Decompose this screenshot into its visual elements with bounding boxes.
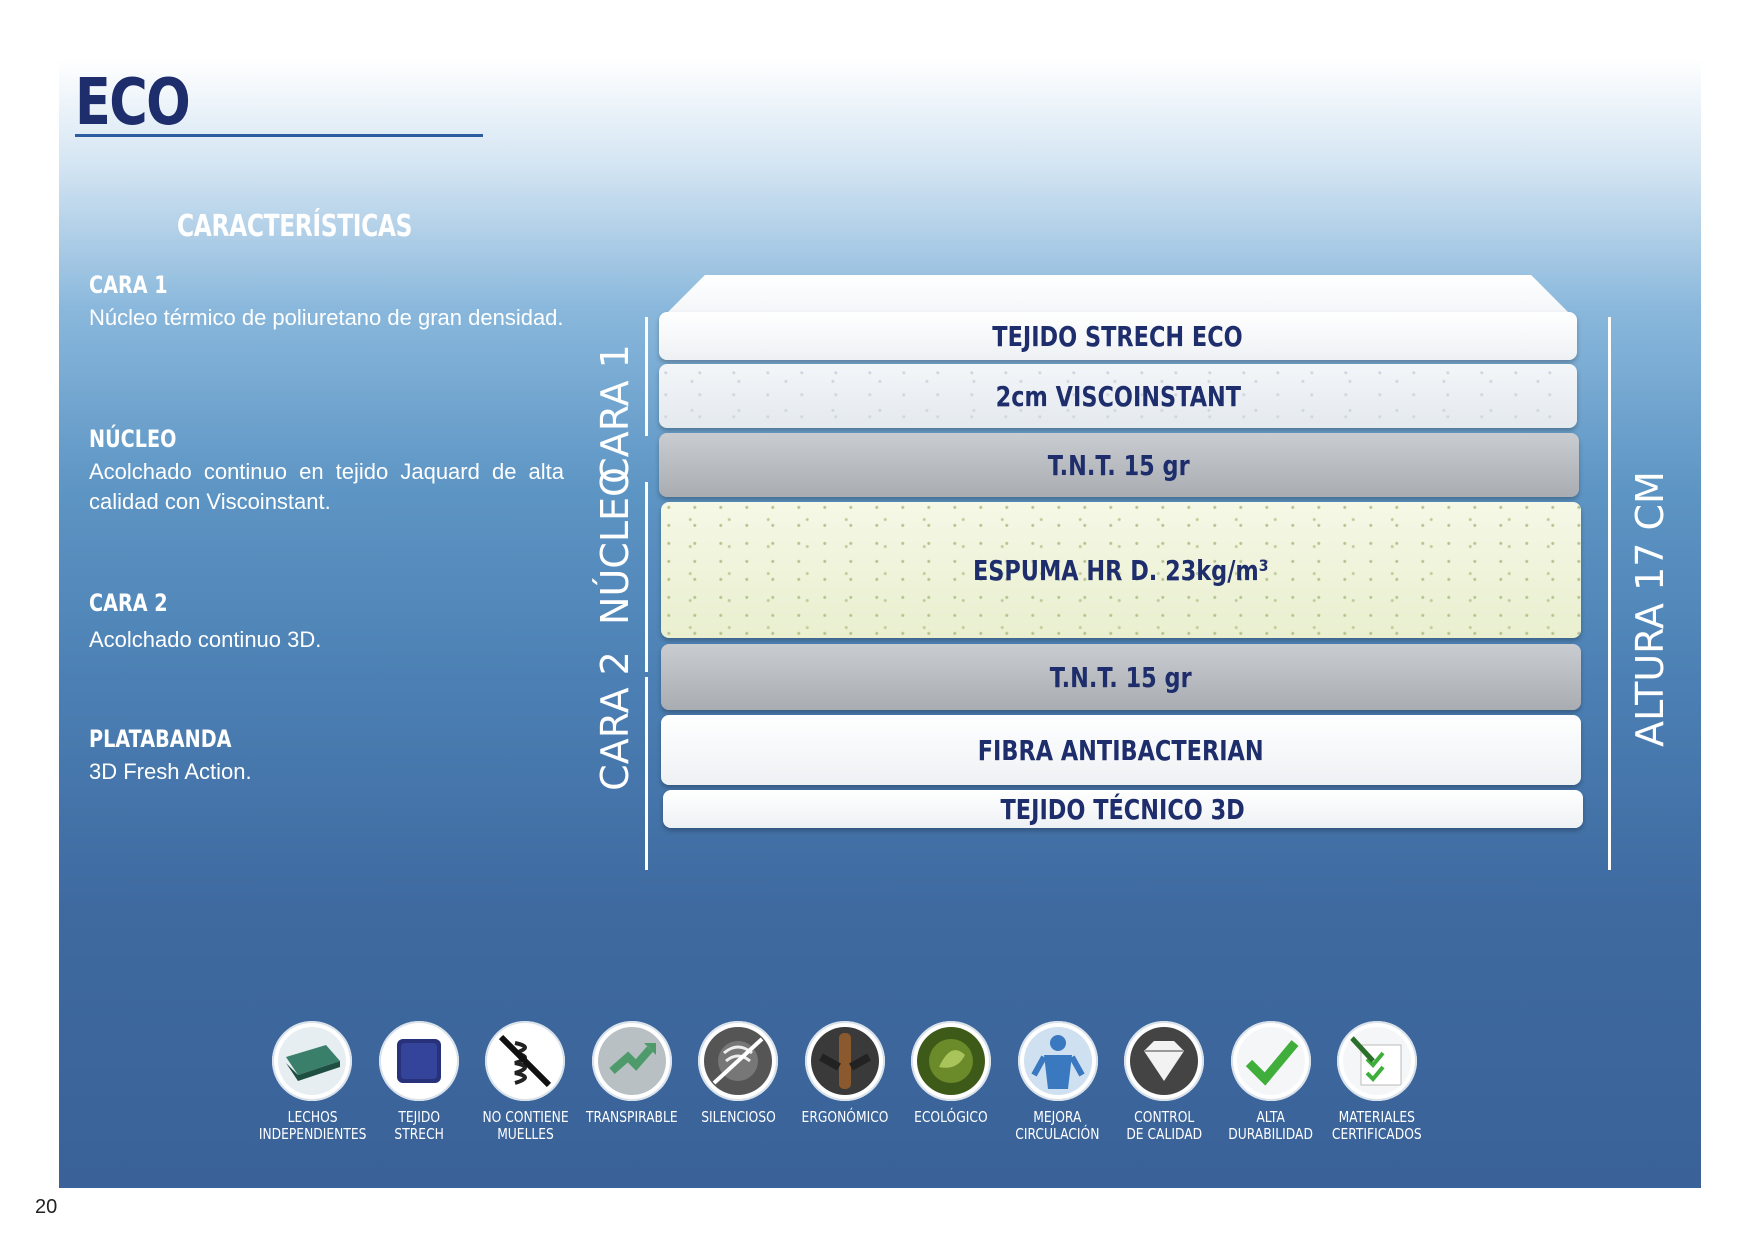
layer-label: TEJIDO TÉCNICO 3D <box>1000 792 1246 826</box>
nucleo-label: NÚCLEO <box>593 467 637 625</box>
silencioso-icon <box>704 1027 773 1095</box>
ecologico-icon <box>917 1027 986 1095</box>
nucleo-bracket <box>645 482 648 672</box>
layer-label: ESPUMA HR D. 23kg/m³ <box>973 553 1269 587</box>
feature-description: Núcleo térmico de poliuretano de gran de… <box>89 305 564 330</box>
layer-label: 2cm VISCOINSTANT <box>995 379 1241 413</box>
layer-espuma-hr: ESPUMA HR D. 23kg/m³ <box>661 502 1581 638</box>
altura-label: ALTURA 17 CM <box>1628 471 1672 747</box>
page-number: 20 <box>35 1196 58 1218</box>
feature-description: Acolchado continuo en tejido Jaquard de … <box>89 459 564 514</box>
altura-bracket <box>1608 317 1611 870</box>
feature-nucleo: NÚCLEO Acolchado continuo en tejido Jaqu… <box>89 425 564 517</box>
page-title: ECO <box>75 66 191 140</box>
layer-tnt-bottom: T.N.T. 15 gr <box>661 644 1581 710</box>
icon-label: ERGONÓMICO <box>801 1108 889 1126</box>
icon-label: SILENCIOSO <box>700 1108 776 1126</box>
feature-cara2: CARA 2 Acolchado continuo 3D. <box>89 589 564 655</box>
icon-label: LECHOS INDEPENDIENTES <box>258 1108 367 1143</box>
layer-tejido-tecnico: TEJIDO TÉCNICO 3D <box>663 790 1583 828</box>
icon-item-control-calidad: CONTROL DE CALIDAD <box>1111 1021 1218 1143</box>
feature-title: NÚCLEO <box>89 425 177 453</box>
icon-item-circulacion: MEJORA CIRCULACIÓN <box>1005 1021 1112 1143</box>
icon-label: CONTROL DE CALIDAD <box>1126 1108 1203 1143</box>
title-underline <box>75 134 483 137</box>
control-calidad-icon <box>1130 1027 1199 1095</box>
icon-label: ALTA DURABILIDAD <box>1228 1108 1314 1143</box>
lechos-icon <box>278 1027 347 1095</box>
icon-item-lechos: LECHOS INDEPENDIENTES <box>258 1021 367 1143</box>
feature-platabanda: PLATABANDA 3D Fresh Action. <box>89 725 564 787</box>
layer-fibra: FIBRA ANTIBACTERIAN <box>661 715 1581 785</box>
certificados-icon <box>1343 1027 1412 1095</box>
layer-label: TEJIDO STRECH ECO <box>992 319 1244 353</box>
icon-item-tejido: TEJIDO STRECH <box>366 1021 473 1143</box>
cara2-bracket <box>645 677 648 870</box>
icon-item-no-muelles: NO CONTIENE MUELLES <box>472 1021 579 1143</box>
icon-item-transpirable: TRANSPIRABLE <box>579 1021 686 1143</box>
layer-viscoinstant: 2cm VISCOINSTANT <box>659 364 1577 428</box>
characteristics-heading: CARACTERÍSTICAS <box>177 209 413 244</box>
circulacion-icon <box>1023 1027 1092 1095</box>
feature-title: PLATABANDA <box>89 725 232 753</box>
icon-label: TRANSPIRABLE <box>585 1108 678 1126</box>
transpirable-icon <box>597 1027 666 1095</box>
layer-tnt-top: T.N.T. 15 gr <box>659 433 1579 497</box>
feature-title: CARA 2 <box>89 589 168 617</box>
icon-item-certificados: MATERIALES CERTIFICADOS <box>1324 1021 1431 1143</box>
layer-label: FIBRA ANTIBACTERIAN <box>978 733 1264 767</box>
icon-item-silencioso: SILENCIOSO <box>685 1021 792 1143</box>
cara1-bracket <box>645 317 648 436</box>
tejido-icon <box>384 1027 453 1095</box>
layer-label: T.N.T. 15 gr <box>1048 448 1190 482</box>
layer-label: T.N.T. 15 gr <box>1050 660 1192 694</box>
feature-cara1: CARA 1 Núcleo térmico de poliuretano de … <box>89 271 564 333</box>
icon-label: ECOLÓGICO <box>914 1108 989 1126</box>
feature-description: Acolchado continuo 3D. <box>89 627 322 652</box>
icon-label: TEJIDO STRECH <box>394 1108 444 1143</box>
durabilidad-icon <box>1236 1027 1305 1095</box>
feature-icons-row: LECHOS INDEPENDIENTES TEJIDO STRECH NO CON… <box>258 1021 1431 1143</box>
icon-item-ergonomico: ERGONÓMICO <box>792 1021 899 1143</box>
feature-description: 3D Fresh Action. <box>89 759 252 784</box>
cara2-label: CARA 2 <box>593 651 637 791</box>
no-springs-icon <box>491 1027 560 1095</box>
icon-label: MATERIALES CERTIFICADOS <box>1332 1108 1423 1143</box>
layer-tejido-strech: TEJIDO STRECH ECO <box>659 312 1577 360</box>
ergonomico-icon <box>810 1027 879 1095</box>
icon-label: MEJORA CIRCULACIÓN <box>1015 1108 1100 1143</box>
icon-label: NO CONTIENE MUELLES <box>482 1108 569 1143</box>
icon-item-ecologico: ECOLÓGICO <box>898 1021 1005 1143</box>
product-panel: ECO CARACTERÍSTICAS CARA 1 Núcleo térmic… <box>59 59 1701 1188</box>
feature-title: CARA 1 <box>89 271 168 299</box>
cara1-label: CARA 1 <box>593 344 637 484</box>
icon-item-durabilidad: ALTA DURABILIDAD <box>1218 1021 1325 1143</box>
